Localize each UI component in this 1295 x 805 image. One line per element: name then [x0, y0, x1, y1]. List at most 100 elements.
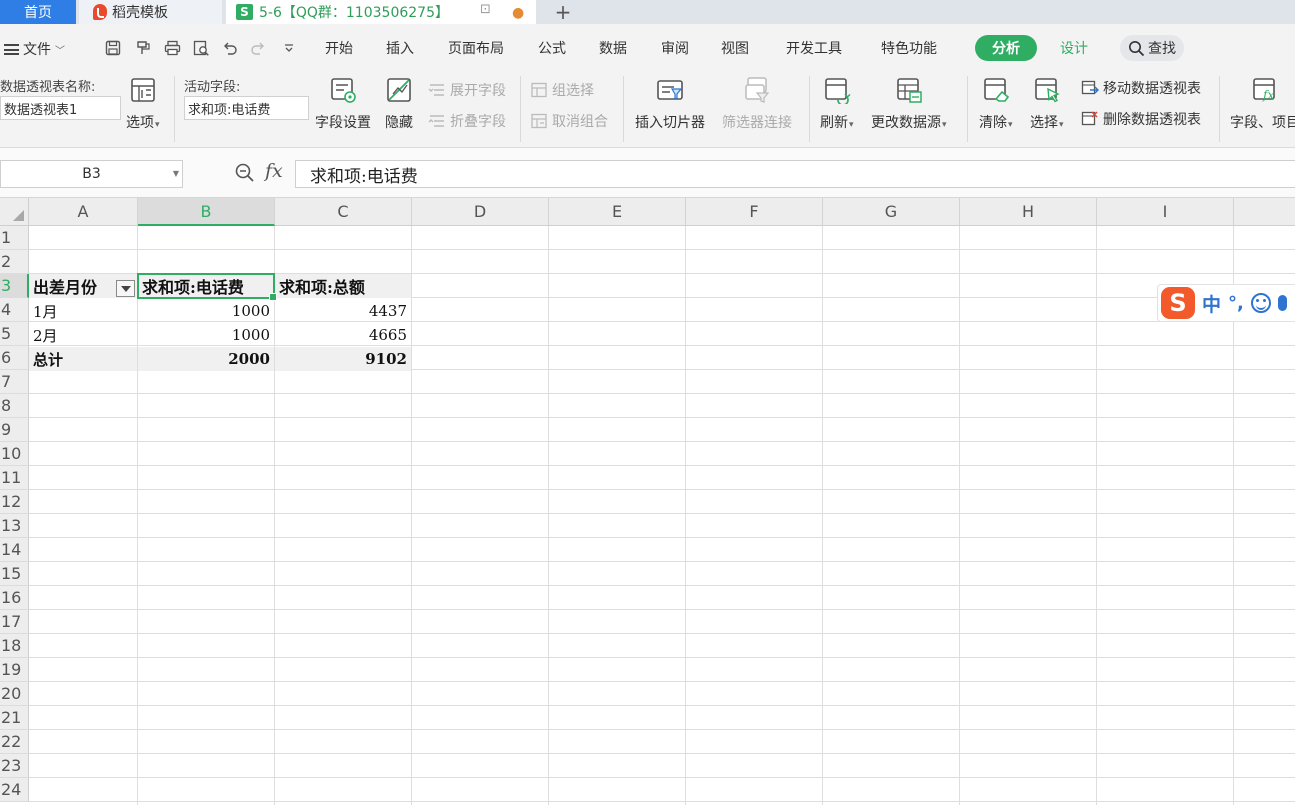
pivot-grand-total-label[interactable]: 总计 [29, 347, 137, 371]
microphone-icon[interactable] [1277, 295, 1287, 311]
ime-toolbar[interactable]: S 中 °, [1157, 284, 1295, 322]
row-header-11[interactable]: 11 [0, 466, 29, 490]
menu-developer[interactable]: 开发工具 [786, 38, 842, 58]
group-select-button[interactable]: 组选择 [530, 80, 594, 100]
row-header-6[interactable]: 6 [0, 346, 29, 370]
column-header-c[interactable]: C [275, 198, 412, 226]
clear-button[interactable]: 清除▾ [979, 76, 1013, 132]
new-tab-button[interactable]: + [550, 0, 576, 24]
pivot-filter-dropdown-icon[interactable] [116, 280, 135, 297]
row-header-3[interactable]: 3 [0, 274, 29, 298]
move-pivot-button[interactable]: 移动数据透视表 [1081, 78, 1201, 98]
column-header-i[interactable]: I [1097, 198, 1234, 226]
file-menu-button[interactable]: 文件 ﹀ [4, 36, 65, 62]
pivot-row-label[interactable]: 2月 [29, 323, 137, 347]
ime-punctuation-toggle[interactable]: °, [1228, 293, 1244, 314]
column-header-e[interactable]: E [549, 198, 686, 226]
select-all-corner[interactable] [0, 198, 29, 226]
options-button[interactable]: 选项▾ [126, 76, 160, 132]
row-header-1[interactable]: 1 [0, 226, 29, 250]
row-header-21[interactable]: 21 [0, 706, 29, 730]
row-header-2[interactable]: 2 [0, 250, 29, 274]
column-header-b[interactable]: B [138, 198, 275, 226]
collapse-field-button[interactable]: 折叠字段 [428, 111, 506, 131]
ungroup-button[interactable]: 取消组合 [530, 111, 608, 131]
emoji-icon[interactable] [1250, 293, 1271, 313]
row-header-16[interactable]: 16 [0, 586, 29, 610]
row-header-12[interactable]: 12 [0, 490, 29, 514]
tab-home[interactable]: 首页 [0, 0, 76, 24]
print-icon[interactable] [163, 39, 181, 57]
select-button[interactable]: 选择▾ [1030, 76, 1064, 132]
column-header-f[interactable]: F [686, 198, 823, 226]
menu-features[interactable]: 特色功能 [881, 38, 937, 58]
pivot-value-cell[interactable]: 1000 [138, 299, 274, 323]
refresh-button[interactable]: 刷新▾ [820, 76, 854, 132]
active-field-input[interactable]: 求和项:电话费 [184, 96, 309, 120]
redo-icon[interactable] [249, 39, 267, 57]
fields-items-button[interactable]: fx 字段、项目 [1230, 76, 1295, 132]
row-header-22[interactable]: 22 [0, 730, 29, 754]
change-data-source-button[interactable]: 更改数据源▾ [871, 76, 947, 132]
menu-insert[interactable]: 插入 [386, 38, 414, 58]
search-button[interactable]: 查找 [1120, 35, 1184, 61]
row-header-19[interactable]: 19 [0, 658, 29, 682]
row-header-7[interactable]: 7 [0, 370, 29, 394]
menu-view[interactable]: 视图 [721, 38, 749, 58]
pin-icon[interactable]: ⊡ [480, 2, 491, 17]
formula-input[interactable]: 求和项:电话费 [295, 160, 1295, 188]
row-header-8[interactable]: 8 [0, 394, 29, 418]
ime-mode-toggle[interactable]: 中 [1202, 290, 1221, 317]
column-header-overflow[interactable] [1234, 198, 1295, 226]
row-header-15[interactable]: 15 [0, 562, 29, 586]
tab-active-file[interactable]: S 5-6【QQ群：1103506275】 ⊡ ● [226, 0, 536, 24]
row-header-20[interactable]: 20 [0, 682, 29, 706]
sogou-logo-icon[interactable]: S [1161, 287, 1195, 319]
row-header-9[interactable]: 9 [0, 418, 29, 442]
spreadsheet-grid[interactable]: ABCDEFGHI 1 2 3 4 5 6 7 8 9 10 11 12 13 14 15 16 17 18 19 2… [0, 198, 1295, 805]
row-header-10[interactable]: 10 [0, 442, 29, 466]
delete-pivot-button[interactable]: 删除数据透视表 [1081, 109, 1201, 129]
row-header-24[interactable]: 24 [0, 778, 29, 802]
pivot-value-cell[interactable]: 4665 [275, 323, 411, 347]
insert-slicer-button[interactable]: 插入切片器 [635, 76, 705, 132]
column-header-d[interactable]: D [412, 198, 549, 226]
column-header-h[interactable]: H [960, 198, 1097, 226]
tab-docer-templates[interactable]: 稻壳模板 [79, 0, 222, 24]
row-header-14[interactable]: 14 [0, 538, 29, 562]
print-preview-icon[interactable] [192, 39, 210, 57]
expand-field-button[interactable]: 展开字段 [428, 80, 506, 100]
pivot-value-header-phone[interactable]: 求和项:电话费 [138, 274, 274, 298]
name-box[interactable]: B3 ▼ [0, 160, 183, 188]
pivot-value-cell[interactable]: 4437 [275, 299, 411, 323]
column-header-g[interactable]: G [823, 198, 960, 226]
row-header-17[interactable]: 17 [0, 610, 29, 634]
field-settings-button[interactable]: 字段设置 [315, 76, 371, 132]
pivot-row-label[interactable]: 1月 [29, 299, 137, 323]
pivot-name-input[interactable]: 数据透视表1 [0, 96, 121, 120]
menu-analyze[interactable]: 分析 [975, 35, 1037, 61]
format-painter-icon[interactable] [134, 39, 152, 57]
insert-function-button[interactable]: fx [265, 160, 283, 182]
undo-icon[interactable] [221, 39, 239, 57]
menu-review[interactable]: 审阅 [661, 38, 689, 58]
hide-button[interactable]: 隐藏 [385, 76, 413, 132]
pivot-grand-total-value[interactable]: 9102 [275, 347, 411, 371]
menu-start[interactable]: 开始 [325, 38, 353, 58]
row-header-13[interactable]: 13 [0, 514, 29, 538]
menu-formula[interactable]: 公式 [538, 38, 566, 58]
row-header-5[interactable]: 5 [0, 322, 29, 346]
pivot-grand-total-value[interactable]: 2000 [138, 347, 274, 371]
customize-toolbar-icon[interactable] [280, 39, 298, 57]
name-box-dropdown-icon[interactable]: ▼ [173, 169, 179, 178]
menu-data[interactable]: 数据 [599, 38, 627, 58]
filter-connection-button[interactable]: 筛选器连接 [722, 76, 792, 132]
menu-page-layout[interactable]: 页面布局 [448, 38, 504, 58]
row-header-18[interactable]: 18 [0, 634, 29, 658]
pivot-value-header-total[interactable]: 求和项:总额 [275, 274, 411, 298]
save-icon[interactable] [104, 39, 122, 57]
column-header-a[interactable]: A [29, 198, 138, 226]
menu-design[interactable]: 设计 [1060, 38, 1088, 58]
row-header-23[interactable]: 23 [0, 754, 29, 778]
row-header-4[interactable]: 4 [0, 298, 29, 322]
